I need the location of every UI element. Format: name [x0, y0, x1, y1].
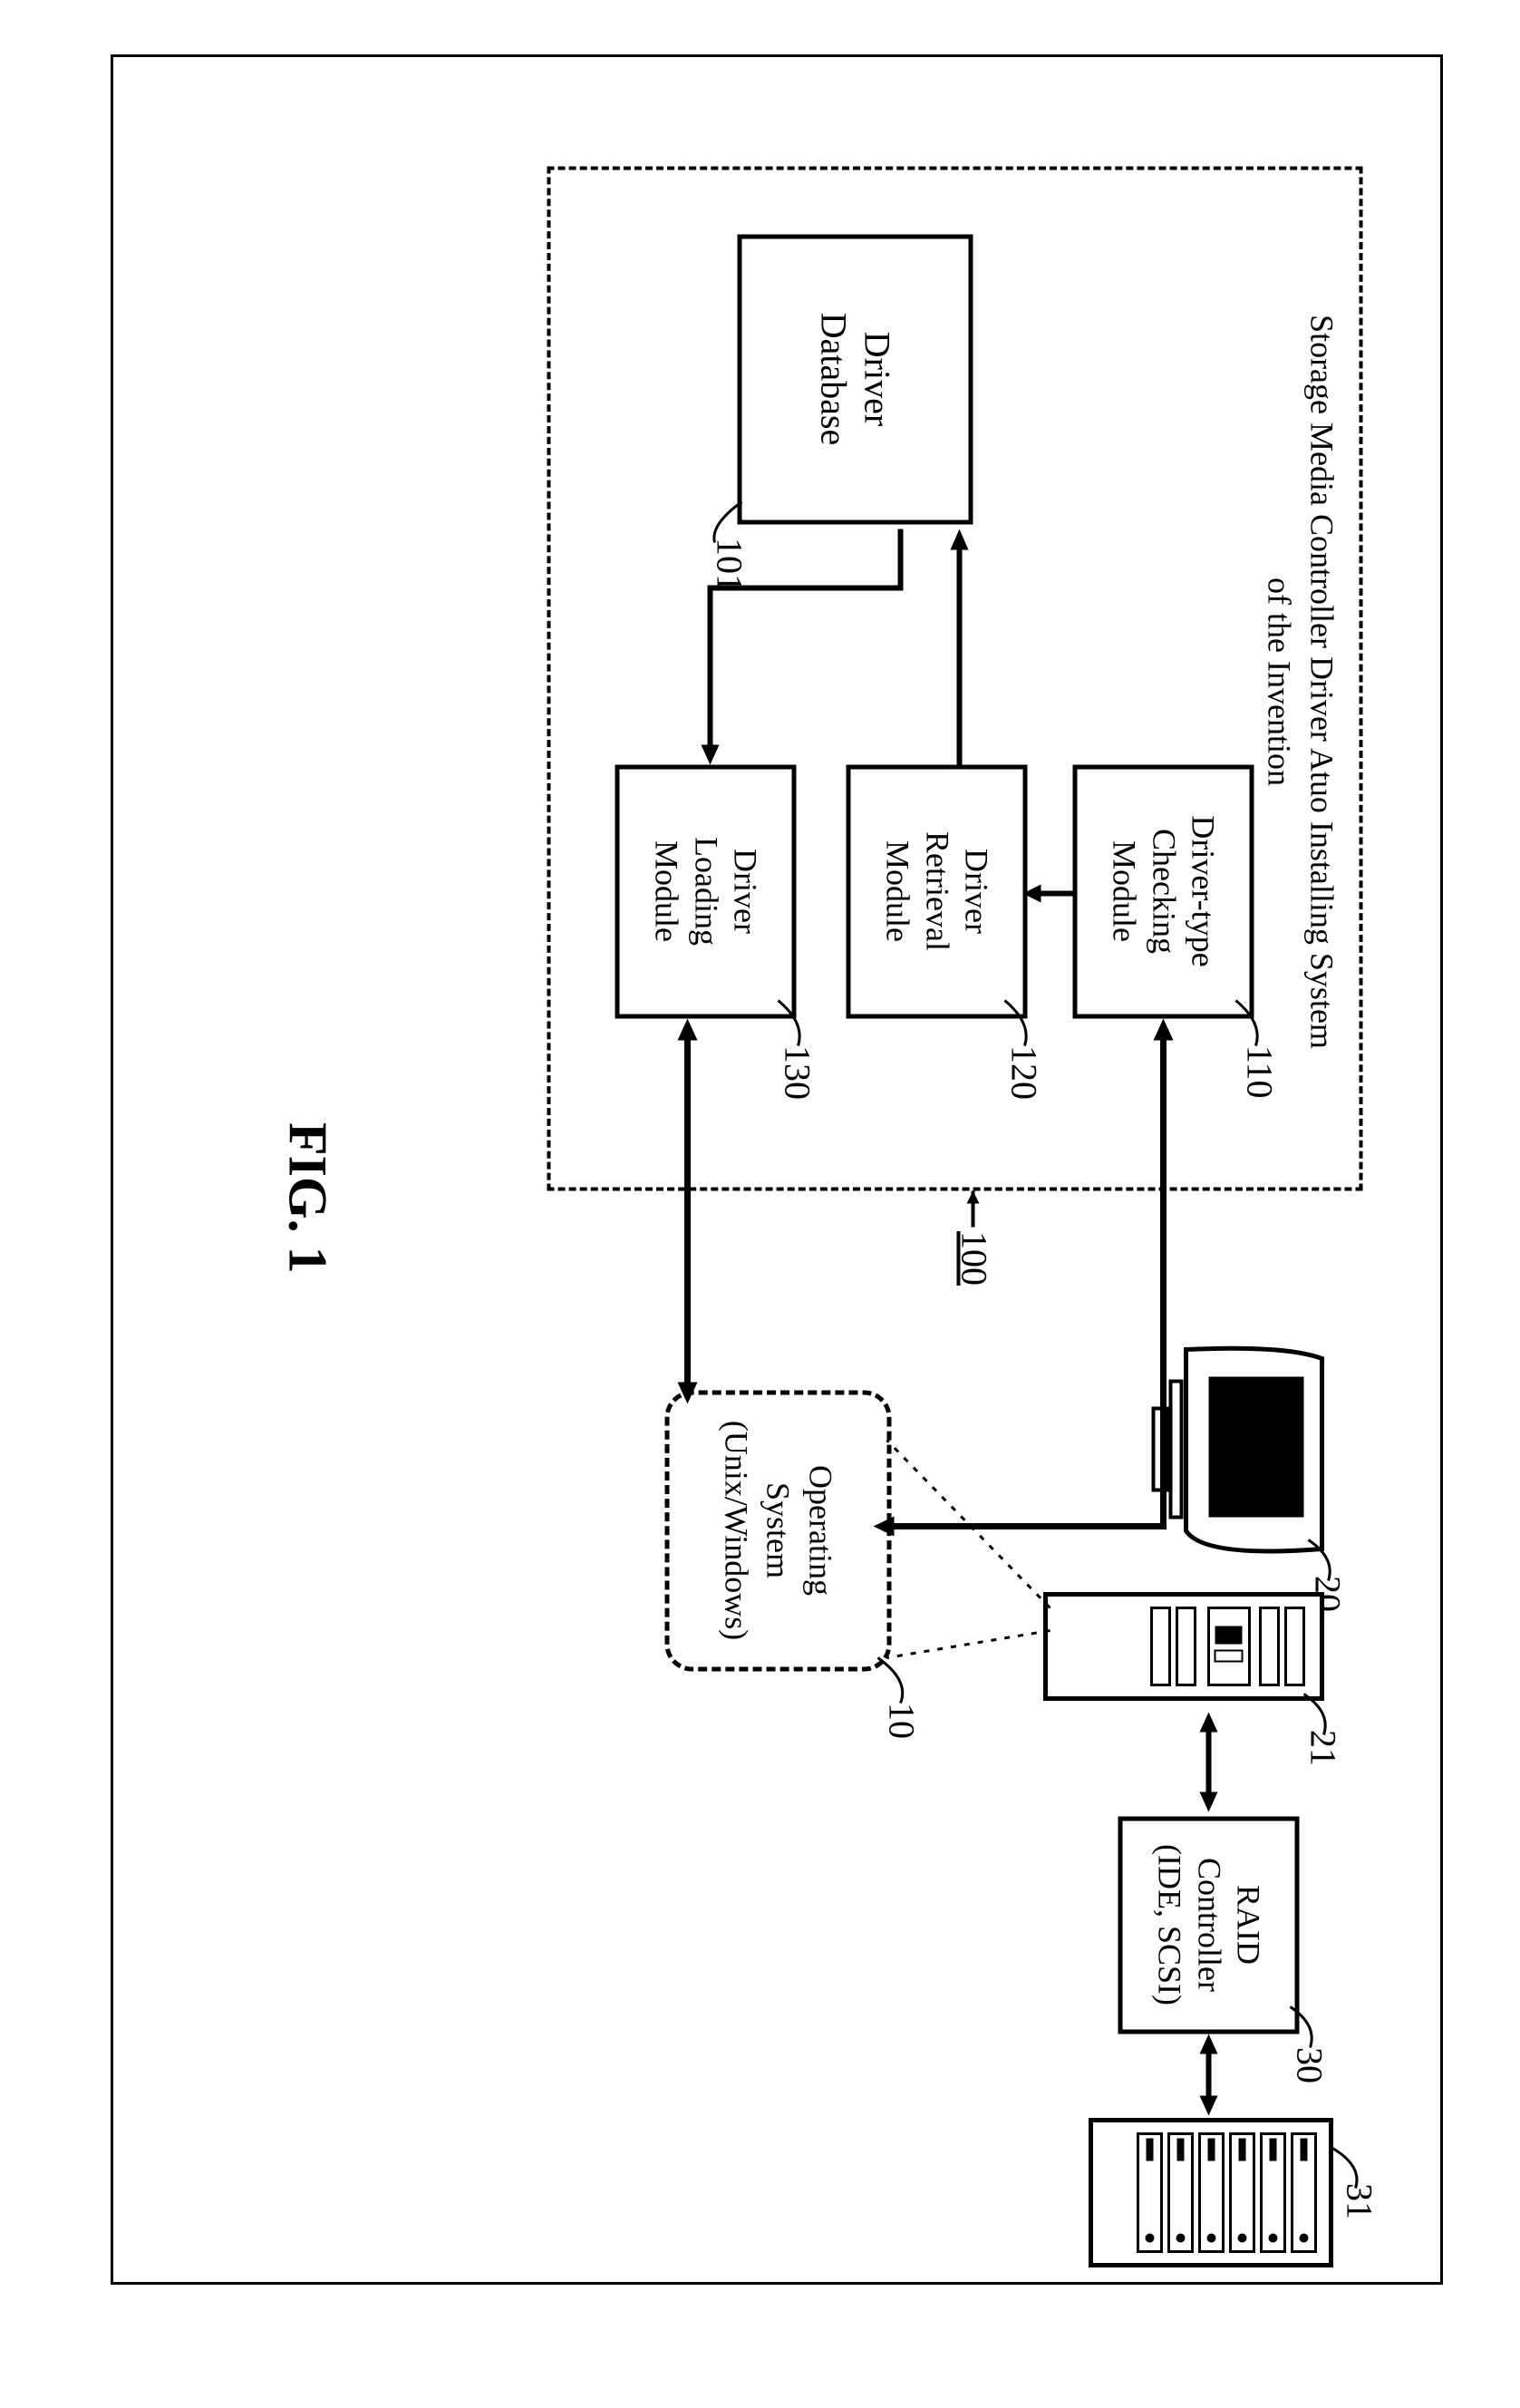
diagram-canvas: Storage Media Controller Driver Atuo Ins…	[94, 89, 1427, 2319]
system-title-line1: Storage Media Controller Driver Atuo Ins…	[1304, 315, 1341, 1049]
ref-30: 30	[1289, 2047, 1331, 2083]
ref-130-leader	[779, 995, 806, 1050]
loading-module-l2: Loading	[688, 837, 724, 946]
checking-module-box: Driver-type Checking Module	[1073, 764, 1254, 1018]
loading-module-l1: Driver	[727, 849, 763, 934]
raid-l2: Controller	[1191, 1858, 1227, 1992]
arrow-checking-to-retrieval	[1019, 882, 1073, 904]
system-title: Storage Media Controller Driver Atuo Ins…	[1258, 306, 1343, 1058]
ref-110: 110	[1239, 1045, 1282, 1099]
driver-database-l2: Database	[814, 313, 855, 446]
retrieval-module-l2: Retrieval	[919, 831, 955, 951]
checking-module-l1: Driver-type	[1185, 815, 1221, 966]
ref-30-leader	[1286, 2002, 1318, 2052]
raid-l3: (IDE, SCSI)	[1152, 1844, 1188, 2005]
checking-module-l3: Module	[1107, 840, 1143, 942]
raid-controller-box: RAID Controller (IDE, SCSI)	[1118, 1816, 1300, 2034]
server-tower-icon	[1032, 1585, 1331, 1712]
os-label: Operating System (Unix/Windows)	[714, 1421, 841, 1641]
checking-module-l2: Checking	[1146, 829, 1182, 954]
ref-110-leader	[1236, 995, 1263, 1050]
driver-database-l1: Driver	[857, 332, 898, 426]
driver-database-box: Driver Database	[738, 234, 973, 524]
os-box: Operating System (Unix/Windows)	[665, 1390, 892, 1671]
ref-10: 10	[881, 1703, 924, 1739]
os-l2: System	[760, 1482, 797, 1578]
system-title-line2: of the Invention	[1262, 578, 1298, 786]
os-l1: Operating	[803, 1465, 839, 1596]
disk-array-icon	[1082, 2115, 1336, 2274]
raid-l1: RAID	[1230, 1885, 1266, 1965]
arrow-server-raid	[1196, 1712, 1223, 1816]
ref-20-leader	[1304, 1535, 1336, 1585]
loading-module-box: Driver Loading Module	[615, 764, 797, 1018]
monitor-icon	[1132, 1340, 1341, 1567]
os-l3: (Unix/Windows)	[718, 1421, 754, 1641]
diagram-rotated: Storage Media Controller Driver Atuo Ins…	[0, 444, 1520, 1965]
loading-module-l3: Module	[649, 840, 685, 942]
retrieval-module-box: Driver Retrieval Module	[847, 764, 1028, 1018]
retrieval-module-l3: Module	[880, 840, 916, 942]
arrow-os-loading	[665, 1018, 702, 1408]
ref-31-leader	[1327, 2142, 1363, 2192]
ref-130: 130	[777, 1045, 819, 1100]
arrow-database-to-loading	[679, 524, 905, 778]
retrieval-module-l1: Driver	[958, 849, 994, 934]
server-to-os-dotted	[874, 1413, 1064, 1685]
arrow-retrieval-to-database	[946, 524, 973, 769]
arrow-raid-disk	[1196, 2034, 1223, 2120]
figure-label: FIG. 1	[276, 1122, 339, 1274]
ref-21-leader	[1300, 1689, 1331, 1739]
